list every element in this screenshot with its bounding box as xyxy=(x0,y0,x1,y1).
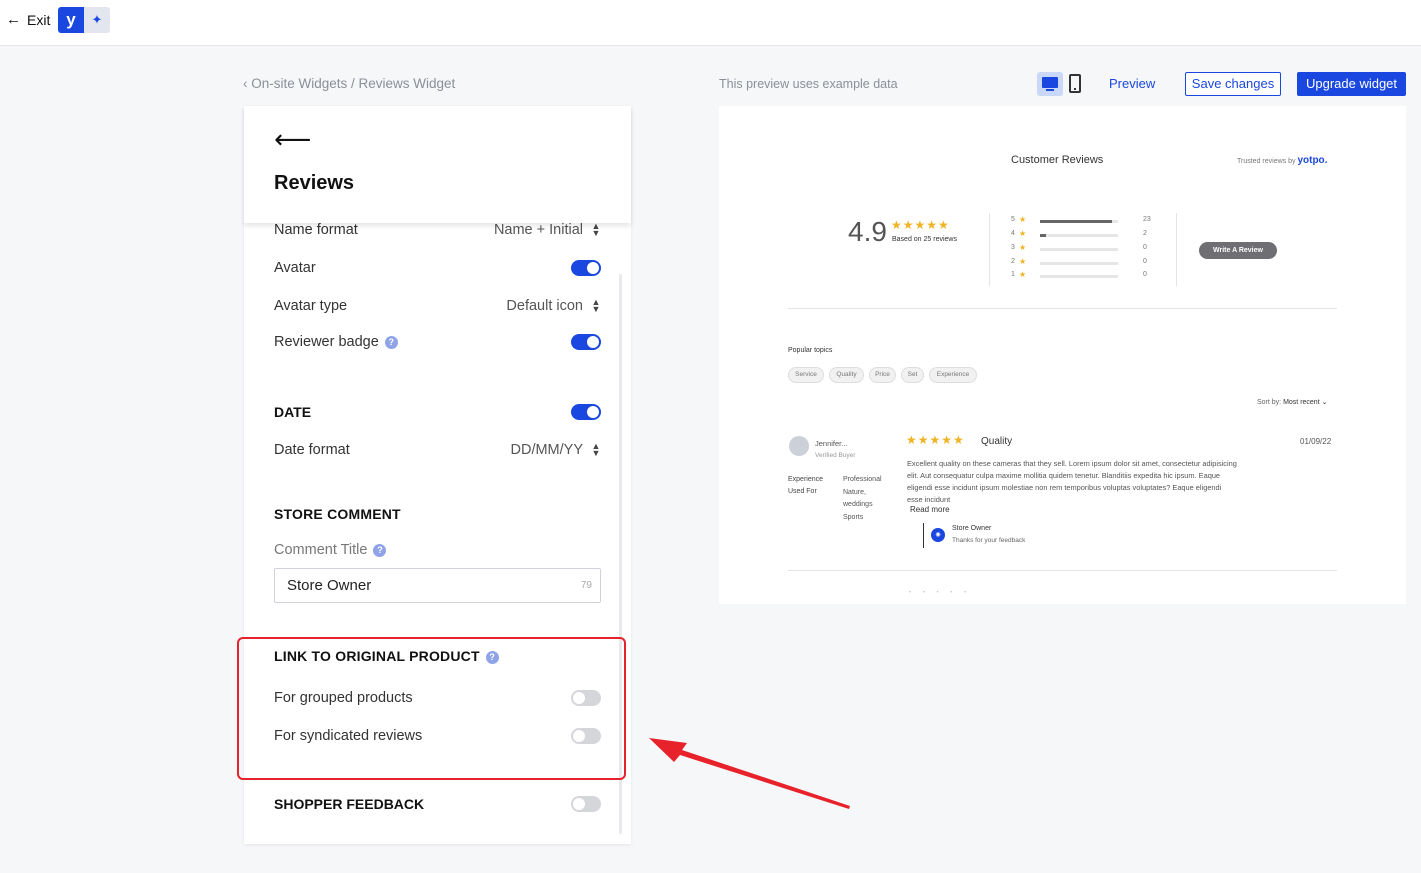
pagination-dots[interactable]: • • • • • xyxy=(909,590,971,596)
write-review-button[interactable]: Write A Review xyxy=(1199,242,1277,259)
highlight-box xyxy=(237,637,626,780)
avatar-row: Avatar xyxy=(274,257,601,279)
rating-row-1: 1 ★ 0 xyxy=(1011,270,1147,279)
yotpo-logo: y xyxy=(58,7,84,33)
name-format-label: Name format xyxy=(274,222,358,238)
avatar-label: Avatar xyxy=(274,260,316,276)
panel-title: Reviews xyxy=(274,172,355,194)
store-owner-icon: ◉ xyxy=(931,528,945,542)
breadcrumb[interactable]: ‹ On-site Widgets / Reviews Widget xyxy=(243,76,455,91)
shopper-feedback-row: SHOPPER FEEDBACK xyxy=(274,793,601,815)
divider xyxy=(788,570,1337,571)
reviewer-name: Jennifer... xyxy=(815,439,848,448)
divider xyxy=(989,213,990,286)
name-format-value[interactable]: Name + Initial xyxy=(494,222,583,238)
avatar-type-label: Avatar type xyxy=(274,298,348,314)
shopper-feedback-title: SHOPPER FEEDBACK xyxy=(274,796,425,812)
average-stars-icon: ★★★★★ xyxy=(891,218,950,232)
review-date: 01/09/22 xyxy=(1300,437,1332,446)
sort-by-dropdown[interactable]: Sort by: Most recent ⌄ xyxy=(1257,398,1327,406)
based-on-text: Based on 25 reviews xyxy=(892,236,957,243)
date-section-title: DATE xyxy=(274,404,312,420)
reviewer-badge-label: Reviewer badge xyxy=(274,334,379,350)
upgrade-widget-button[interactable]: Upgrade widget xyxy=(1297,72,1406,96)
comment-title-value: Store Owner xyxy=(287,577,372,594)
reply-text: Thanks for your feedback xyxy=(952,537,1026,544)
avatar-type-row[interactable]: Avatar type Default icon ▲ ▼ xyxy=(274,295,601,317)
annotation-arrow xyxy=(649,738,850,809)
star-icon: ★ xyxy=(1019,257,1027,266)
rating-row-4: 4 ★ 2 xyxy=(1011,229,1147,238)
review-stars-icon: ★★★★★ xyxy=(906,433,965,447)
topic-chip[interactable]: Experience xyxy=(929,367,977,383)
back-arrow-icon[interactable]: ⟵ xyxy=(274,126,311,152)
sparkle-icon[interactable]: ✦ xyxy=(84,7,110,33)
help-icon[interactable]: ? xyxy=(373,544,387,557)
review-title: Quality xyxy=(981,436,1013,447)
exit-label: Exit xyxy=(27,11,51,28)
review-body: Excellent quality on these cameras that … xyxy=(907,459,1237,504)
review-attribute-keys: Experience Used For xyxy=(788,476,824,495)
star-icon: ★ xyxy=(1019,243,1027,252)
widget-preview: Customer Reviews Trusted reviews by yotp… xyxy=(719,106,1406,604)
updown-chevron-icon[interactable]: ▲ ▼ xyxy=(591,442,601,458)
rating-row-5: 5 ★ 23 xyxy=(1011,215,1151,224)
topic-chip[interactable]: Service xyxy=(788,367,824,383)
preview-button[interactable]: Preview xyxy=(1103,72,1161,96)
mobile-view-icon[interactable] xyxy=(1069,74,1081,93)
date-format-value[interactable]: DD/MM/YY xyxy=(511,442,584,458)
reviewer-badge-toggle[interactable] xyxy=(571,334,601,350)
avatar-type-value[interactable]: Default icon xyxy=(506,298,583,314)
comment-title-label: Comment Title? xyxy=(274,542,387,558)
store-comment-title: STORE COMMENT xyxy=(274,506,401,522)
reviewer-avatar xyxy=(789,436,809,456)
char-counter: 79 xyxy=(580,580,592,591)
trusted-by: Trusted reviews by yotpo. xyxy=(1237,155,1328,166)
updown-chevron-icon[interactable]: ▲ ▼ xyxy=(591,222,601,238)
average-score: 4.9 xyxy=(848,216,887,247)
date-format-label: Date format xyxy=(274,442,350,458)
top-bar: ← Exit y ✦ xyxy=(0,0,1421,46)
comment-title-input[interactable]: Store Owner 79 xyxy=(274,568,601,603)
star-icon: ★ xyxy=(1019,229,1027,238)
preview-note: This preview uses example data xyxy=(719,77,898,91)
arrow-left-icon: ← xyxy=(6,11,21,28)
date-row: DATE xyxy=(274,401,601,423)
reply-author: Store Owner xyxy=(952,525,992,532)
popular-topics-title: Popular topics xyxy=(788,347,833,354)
rating-row-3: 3 ★ 0 xyxy=(1011,243,1147,252)
panel-header: ⟵ Reviews xyxy=(244,106,631,223)
topic-chip[interactable]: Set xyxy=(901,367,924,383)
exit-button[interactable]: ← Exit xyxy=(6,11,50,28)
avatar-toggle[interactable] xyxy=(571,260,601,276)
divider xyxy=(1176,213,1177,286)
topic-chip[interactable]: Quality xyxy=(829,367,864,383)
reviewer-badge-row: Reviewer badge? xyxy=(274,331,601,353)
save-changes-button[interactable]: Save changes xyxy=(1185,72,1281,96)
star-icon: ★ xyxy=(1019,270,1027,279)
divider xyxy=(788,308,1337,309)
topic-chip[interactable]: Price xyxy=(869,367,896,383)
desktop-view-icon[interactable] xyxy=(1037,72,1063,96)
review-attribute-values: Professional Nature, weddings Sports xyxy=(843,476,882,521)
help-icon[interactable]: ? xyxy=(384,336,398,349)
date-format-row[interactable]: Date format DD/MM/YY ▲ ▼ xyxy=(274,439,601,461)
verified-buyer-badge: Verified Buyer xyxy=(815,452,856,459)
star-icon: ★ xyxy=(1019,215,1027,224)
read-more-link[interactable]: Read more xyxy=(910,505,950,514)
updown-chevron-icon[interactable]: ▲ ▼ xyxy=(591,298,601,314)
preview-title: Customer Reviews xyxy=(1011,154,1104,166)
rating-row-2: 2 ★ 0 xyxy=(1011,257,1147,266)
date-toggle[interactable] xyxy=(571,404,601,420)
shopper-feedback-toggle[interactable] xyxy=(571,796,601,812)
reply-divider xyxy=(923,523,924,548)
